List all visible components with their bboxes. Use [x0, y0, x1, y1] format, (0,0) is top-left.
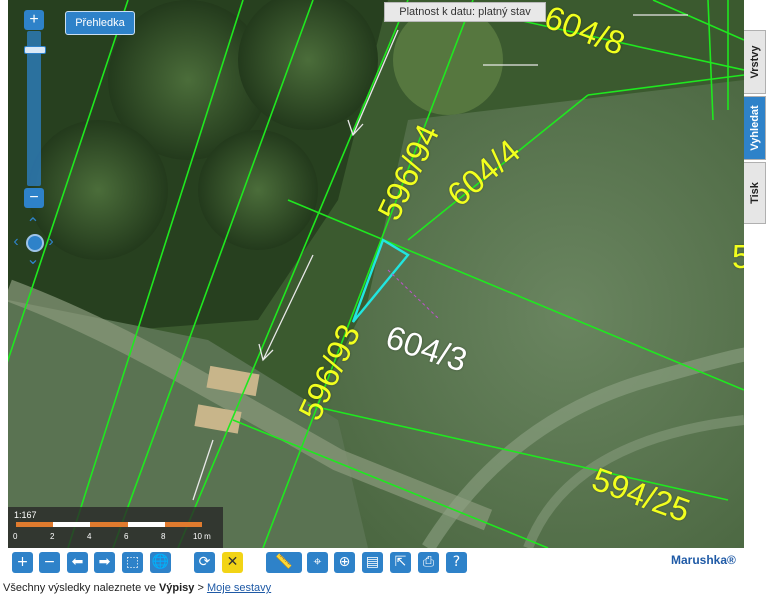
print-icon[interactable]: ⎙ [418, 552, 439, 573]
pan-up-icon[interactable]: ⌃ [25, 217, 41, 233]
footer-reports-label: Výpisy [158, 582, 195, 594]
zoom-in-tool-button[interactable]: + [12, 552, 33, 573]
scale-tick: 8 [161, 532, 166, 541]
report-icon[interactable]: ▤ [362, 552, 383, 573]
parcel-label-partial[interactable]: 59 [732, 238, 744, 276]
clear-selection-icon[interactable]: ✕ [222, 552, 243, 573]
tab-print[interactable]: Tisk [744, 162, 766, 224]
pan-right-icon[interactable]: › [43, 234, 59, 250]
map-view[interactable]: 604/8 596/94 604/4 604/3 596/93 594/25 5… [8, 0, 744, 548]
zoom-in-button[interactable]: + [24, 10, 44, 30]
help-icon[interactable]: ? [446, 552, 467, 573]
pan-left-icon[interactable]: ‹ [8, 234, 24, 250]
footer-breadcrumb: Všechny výsledky naleznete ve Výpisy > M… [3, 582, 271, 594]
scale-ratio: 1:167 [14, 510, 37, 520]
scale-tick: 6 [124, 532, 129, 541]
tab-search[interactable]: Vyhledat [744, 96, 766, 160]
tab-layers[interactable]: Vrstvy [744, 30, 766, 94]
select-info-icon[interactable]: ⇱ [390, 552, 411, 573]
tab-layers-label: Vrstvy [748, 45, 761, 79]
refresh-icon[interactable]: ⟳ [194, 552, 215, 573]
overview-button[interactable]: Přehledka [65, 11, 135, 35]
measure-icon[interactable]: 📏 [266, 552, 302, 573]
zoom-slider[interactable] [27, 31, 41, 186]
tab-search-label: Vyhledat [748, 105, 761, 151]
footer-separator: > [197, 582, 204, 594]
zoom-slider-handle[interactable] [24, 46, 46, 54]
footer-text: Všechny výsledky naleznete ve [3, 582, 156, 594]
scale-bar: 1:167 0 2 4 6 8 10 m [8, 507, 223, 548]
scale-bar-graphic [16, 522, 202, 527]
aerial-imagery [8, 0, 744, 548]
back-arrow-icon[interactable]: ⬅ [67, 552, 88, 573]
pan-center-icon[interactable] [26, 234, 44, 252]
zoom-rectangle-icon[interactable]: ⬚ [122, 552, 143, 573]
zoom-out-button[interactable]: − [24, 188, 44, 208]
placemark-icon[interactable]: ⌖ [307, 552, 328, 573]
scale-tick: 4 [87, 532, 92, 541]
tab-print-label: Tisk [748, 182, 761, 204]
pan-down-icon[interactable]: ⌄ [25, 252, 41, 268]
brand-logo: Marushka® [671, 553, 736, 567]
bottom-toolbar: + − ⬅ ➡ ⬚ 🌐 ⟳ ✕ 📏 ⌖ ⊕ ▤ ⇱ ⎙ ? [0, 548, 766, 578]
forward-arrow-icon[interactable]: ➡ [94, 552, 115, 573]
globe-icon[interactable]: 🌐 [150, 552, 171, 573]
scale-tick: 0 [13, 532, 18, 541]
scale-tick: 2 [50, 532, 55, 541]
my-reports-link[interactable]: Moje sestavy [207, 582, 271, 594]
locate-icon[interactable]: ⊕ [334, 552, 355, 573]
zoom-out-tool-button[interactable]: − [39, 552, 60, 573]
scale-tick: 10 m [193, 532, 211, 541]
validity-date-label: Platnost k datu: platný stav [384, 2, 546, 22]
